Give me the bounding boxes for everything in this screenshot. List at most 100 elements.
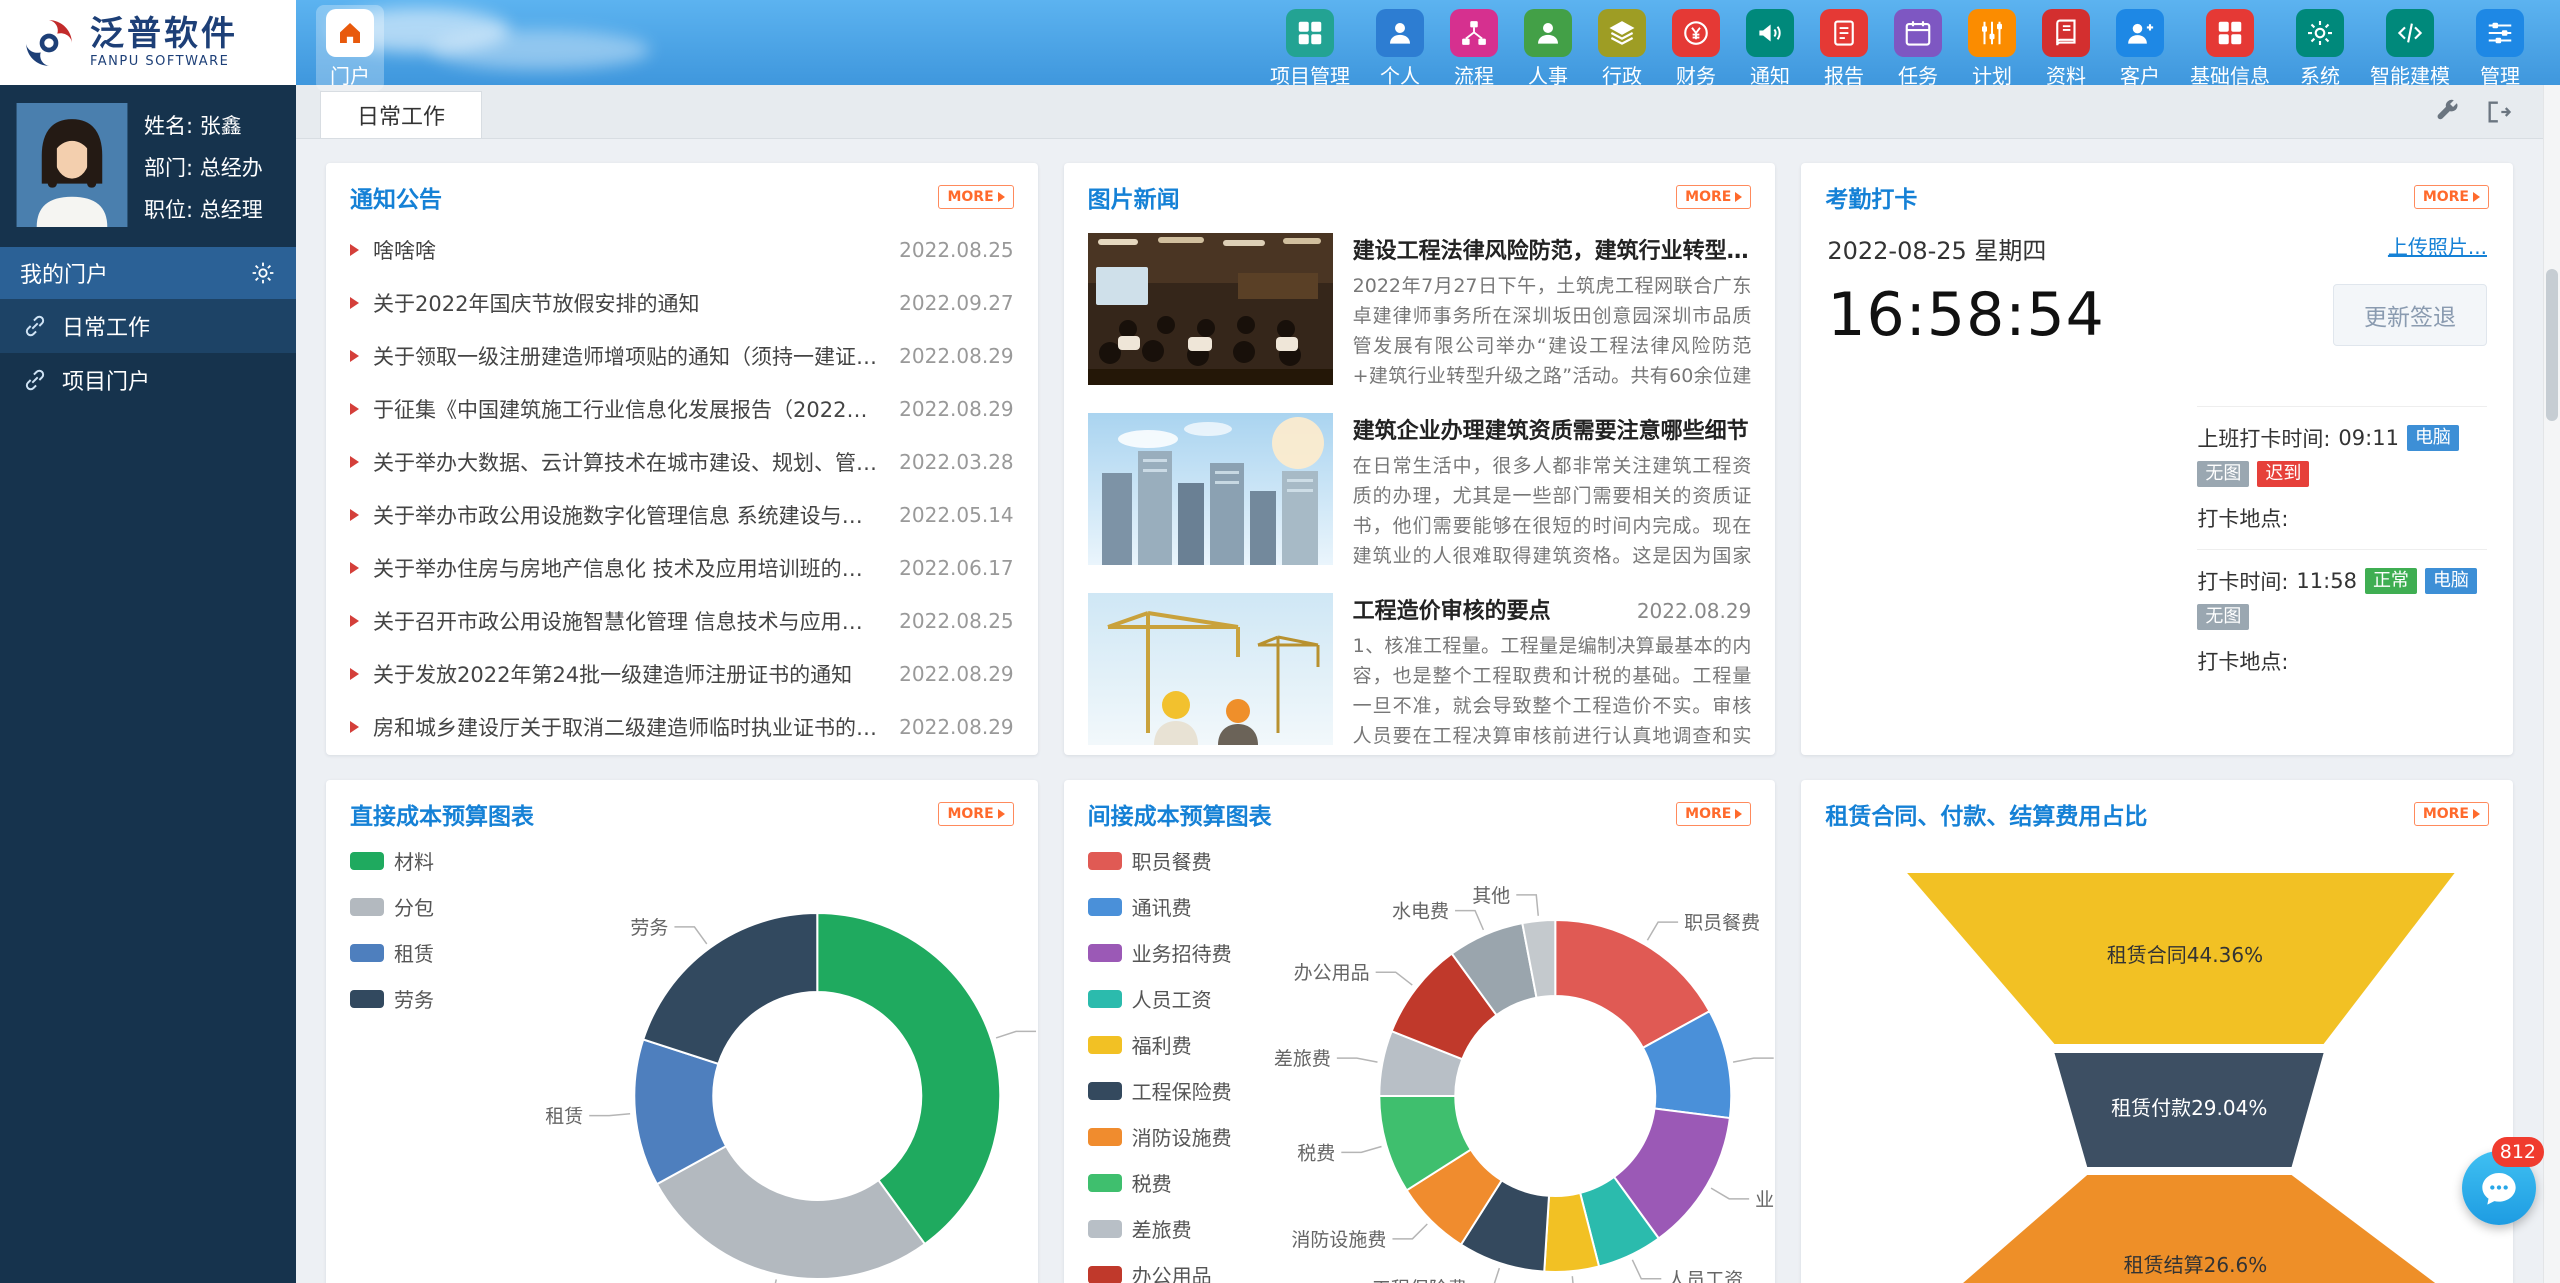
topbar-module-smart-modeling[interactable]: 智能建模 [2360, 5, 2460, 91]
news-title: 建设工程法律风险防范，建筑行业转型升级之路暨沙龙 [1353, 233, 1752, 265]
notification-icon [1746, 9, 1794, 57]
label-line [1711, 1188, 1749, 1199]
notice-item[interactable]: 关于领取一级注册建造师增项贴的通知（须持一建证书前...2022.08.29 [326, 329, 1038, 382]
funnel-label: 租赁结算26.6% [2124, 1253, 2268, 1277]
tabbar: 日常工作 [296, 85, 2543, 139]
topbar-module-administration[interactable]: 行政 [1588, 5, 1656, 91]
notice-item[interactable]: 关于举办大数据、云计算技术在城市建设、规划、管理与...2022.03.28 [326, 435, 1038, 488]
attendance-left: 2022-08-25 星期四 16:58:54 [1827, 231, 2104, 350]
donut-slice-1[interactable] [657, 1146, 925, 1279]
more-arrow-icon [1735, 192, 1742, 202]
topbar-module-documents[interactable]: 资料 [2032, 5, 2100, 91]
bullet-icon [350, 615, 359, 627]
panel-direct-cost-header: 直接成本预算图表 MORE [326, 780, 1038, 840]
topbar-module-plan[interactable]: 计划 [1958, 5, 2026, 91]
scrollbar-thumb[interactable] [2546, 269, 2558, 421]
more-arrow-icon [998, 809, 1005, 819]
slice-label: 工程保险费 [1371, 1278, 1466, 1283]
notice-item[interactable]: 于征集《中国建筑施工行业信息化发展报告（2022）—BI...2022.08.2… [326, 382, 1038, 435]
legend-item-0[interactable]: 材料 [350, 846, 434, 875]
legend-item-2[interactable]: 租赁 [350, 938, 434, 967]
topbar-module-basic-info[interactable]: 基础信息 [2180, 5, 2280, 91]
upload-photo-link[interactable]: 上传照片... [2388, 231, 2487, 260]
rental-more-button[interactable]: MORE [2414, 802, 2489, 826]
legend-label: 人员工资 [1132, 984, 1212, 1013]
topbar-module-customer[interactable]: 客户 [2106, 5, 2174, 91]
attendance-record: 上班打卡时间:09:11电脑无图迟到打卡地点: [2197, 423, 2487, 533]
attendance-more-button[interactable]: MORE [2414, 185, 2489, 209]
topbar-module-personal[interactable]: 个人 [1366, 5, 1434, 91]
signout-button[interactable]: 更新签退 [2333, 284, 2487, 346]
notice-item[interactable]: 关于举办住房与房地产信息化 技术及应用培训班的通知 2022.06.17 [326, 541, 1038, 594]
wrench-icon[interactable] [2433, 98, 2461, 126]
more-label: MORE [1685, 806, 1731, 822]
legend-item-5[interactable]: 工程保险费 [1088, 1076, 1232, 1105]
notice-date: 2022.08.25 [899, 238, 1014, 262]
module-label: 项目管理 [1270, 60, 1350, 89]
legend-item-9[interactable]: 办公用品 [1088, 1260, 1232, 1283]
notice-item[interactable]: 啥啥啥 2022.08.25 [326, 223, 1038, 276]
chat-button[interactable]: 812 [2462, 1151, 2536, 1225]
notice-item[interactable]: 关于召开市政公用设施智慧化管理 信息技术与应用培训班...2022.08.25 [326, 594, 1038, 647]
notice-item[interactable]: 关于举办市政公用设施数字化管理信息 系统建设与应用培...2022.05.14 [326, 488, 1038, 541]
panel-attendance: 考勤打卡 MORE 2022-08-25 星期四 16:58:54 上传照片..… [1801, 163, 2513, 755]
topbar-module-finance[interactable]: 财务 [1662, 5, 1730, 91]
sidebar-portal-header[interactable]: 我的门户 [0, 247, 296, 299]
news-body: 建设工程法律风险防范，建筑行业转型升级之路暨沙龙 2022年7月27日下午，土筑虎… [1353, 233, 1752, 393]
sidebar-item-label: 日常工作 [62, 310, 150, 342]
more-label: MORE [947, 189, 993, 205]
topbar-module-task[interactable]: 任务 [1884, 5, 1952, 91]
direct-cost-more-button[interactable]: MORE [938, 802, 1013, 826]
news-item[interactable]: 工程造价审核的要点2022.08.291、核准工程量。工程量是编制决算最基本的内… [1064, 583, 1776, 755]
management-icon [2476, 9, 2524, 57]
logo-icon [22, 16, 76, 70]
sidebar-item-project-portal[interactable]: 项目门户 [0, 353, 296, 407]
legend-item-8[interactable]: 差旅费 [1088, 1214, 1232, 1243]
donut-slice-3[interactable] [643, 913, 817, 1064]
indirect-cost-more-button[interactable]: MORE [1676, 802, 1751, 826]
notice-date: 2022.06.17 [899, 556, 1014, 580]
more-arrow-icon [2473, 809, 2480, 819]
legend-label: 通讯费 [1132, 892, 1192, 921]
label-line [1647, 922, 1678, 940]
bullet-icon [350, 668, 359, 680]
slice-label: 消防设施费 [1291, 1229, 1386, 1251]
legend-item-1[interactable]: 通讯费 [1088, 892, 1232, 921]
gear-icon[interactable] [250, 260, 276, 286]
topbar-module-workflow[interactable]: 流程 [1440, 5, 1508, 91]
topbar-module-project-management[interactable]: 项目管理 [1260, 5, 1360, 91]
notice-item[interactable]: 关于2022年国庆节放假安排的通知2022.09.27 [326, 276, 1038, 329]
page-scrollbar[interactable] [2543, 85, 2560, 1283]
legend-item-7[interactable]: 税费 [1088, 1168, 1232, 1197]
topbar-module-management[interactable]: 管理 [2466, 5, 2534, 91]
notices-more-button[interactable]: MORE [938, 185, 1013, 209]
donut-slice-0[interactable] [817, 913, 1000, 1244]
cloud-decoration [430, 30, 650, 70]
news-more-button[interactable]: MORE [1676, 185, 1751, 209]
notice-date: 2022.08.29 [899, 715, 1014, 739]
topbar-module-portal[interactable]: 门户 [316, 5, 384, 91]
legend-item-6[interactable]: 消防设施费 [1088, 1122, 1232, 1151]
legend-item-1[interactable]: 分包 [350, 892, 434, 921]
notice-item[interactable]: 关于发放2022年第24批一级建造师注册证书的通知2022.08.29 [326, 647, 1038, 700]
legend-item-3[interactable]: 人员工资 [1088, 984, 1232, 1013]
sidebar-item-daily-work[interactable]: 日常工作 [0, 299, 296, 353]
tab-daily-work[interactable]: 日常工作 [320, 91, 482, 138]
news-item[interactable]: 建设工程法律风险防范，建筑行业转型升级之路暨沙龙 2022年7月27日下午，土筑虎… [1064, 223, 1776, 403]
legend-item-2[interactable]: 业务招待费 [1088, 938, 1232, 967]
notice-title: 关于举办住房与房地产信息化 技术及应用培训班的通知 [373, 553, 881, 583]
slice-label: 税费 [1297, 1142, 1335, 1164]
legend-item-3[interactable]: 劳务 [350, 984, 434, 1013]
logout-icon[interactable] [2485, 98, 2513, 126]
notice-item[interactable]: 房和城乡建设厅关于取消二级建造师临时执业证书的公告2022.08.29 [326, 700, 1038, 753]
legend-label: 消防设施费 [1132, 1122, 1232, 1151]
topbar-module-hr[interactable]: 人事 [1514, 5, 1582, 91]
topbar-module-report[interactable]: 报告 [1810, 5, 1878, 91]
topbar-module-notification[interactable]: 通知 [1736, 5, 1804, 91]
legend-item-4[interactable]: 福利费 [1088, 1030, 1232, 1059]
legend-item-0[interactable]: 职员餐费 [1088, 846, 1232, 875]
topbar-module-system[interactable]: 系统 [2286, 5, 2354, 91]
notice-title: 啥啥啥 [373, 235, 881, 265]
news-item[interactable]: 建筑企业办理建筑资质需要注意哪些细节在日常生活中，很多人都非常关注建筑工程资质的… [1064, 403, 1776, 583]
news-summary: 2022年7月27日下午，土筑虎工程网联合广东卓建律师事务所在深圳坂田创意园深圳… [1353, 271, 1752, 393]
